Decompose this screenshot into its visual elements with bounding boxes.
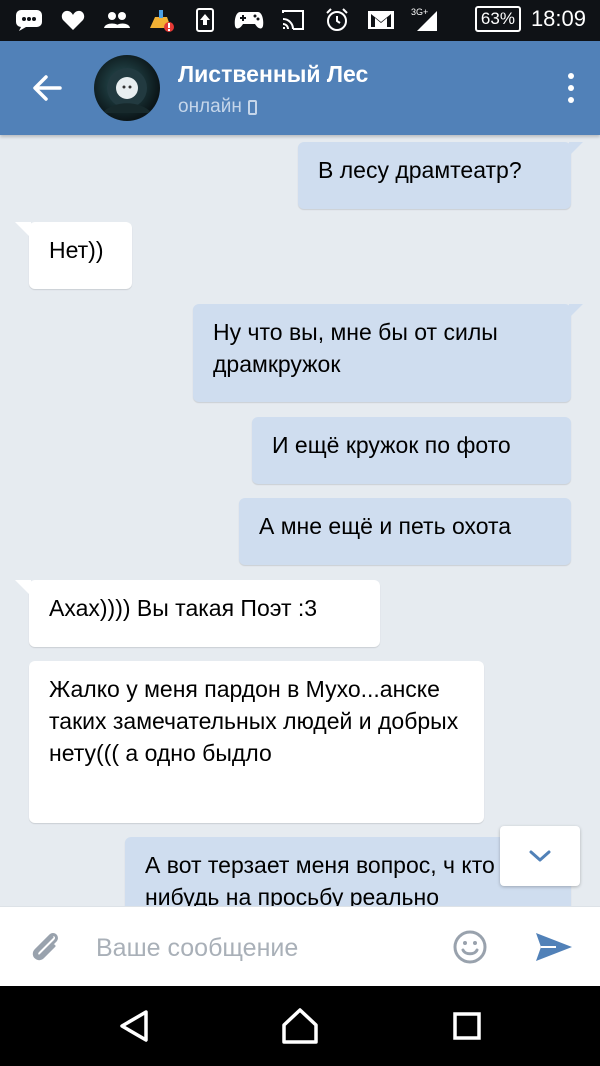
nav-home-icon[interactable] — [280, 1006, 320, 1046]
chat-title: Лиственный Лес — [178, 61, 369, 87]
message-text: Ахах)))) Вы такая Поэт :3 — [49, 595, 318, 621]
clock: 18:09 — [530, 6, 586, 31]
message-bubble-incoming[interactable]: Нет)) — [15, 222, 132, 289]
message-bubble-outgoing[interactable]: Ну что вы, мне бы от силы драмкружок — [193, 304, 583, 402]
message-text: Ну что вы, мне бы от силы драмкружок — [213, 319, 498, 377]
message-text: А мне ещё и петь охота — [259, 513, 512, 539]
nav-back-icon[interactable] — [114, 1006, 154, 1046]
signal-icon: 3G+ — [410, 7, 440, 32]
gamepad-icon — [234, 8, 264, 32]
attach-icon[interactable] — [28, 929, 64, 970]
message-bubble-incoming[interactable]: Ахах)))) Вы такая Поэт :3 — [15, 580, 380, 647]
status-bar: 3G+ 63% 18:09 — [0, 0, 600, 41]
send-icon[interactable] — [534, 929, 574, 970]
message-bubble-outgoing[interactable]: А мне ещё и петь охота — [239, 498, 571, 565]
system-nav-bar — [0, 986, 600, 1066]
battery-indicator: 63% — [474, 6, 521, 32]
avatar[interactable] — [94, 55, 160, 121]
upload-icon — [190, 8, 220, 32]
emoji-icon[interactable] — [452, 929, 488, 970]
message-bubble-incoming[interactable]: Жалко у меня пардон в Мухо...анске таких… — [29, 661, 484, 823]
online-status-text: онлайн — [178, 96, 242, 117]
message-list[interactable]: В лесу драмтеатр? Нет)) Ну что вы, мне б… — [0, 135, 600, 906]
mail-icon — [366, 8, 396, 32]
heart-icon — [58, 8, 88, 32]
network-type: 3G+ — [411, 7, 428, 17]
message-text: В лесу драмтеатр? — [318, 157, 522, 183]
people-icon — [102, 8, 132, 32]
back-arrow-icon[interactable] — [30, 71, 64, 105]
scroll-to-bottom-button[interactable] — [500, 826, 580, 886]
mobile-icon — [247, 99, 257, 115]
message-text: И ещё кружок по фото — [272, 432, 511, 458]
message-input[interactable] — [94, 925, 438, 971]
message-bubble-outgoing[interactable]: В лесу драмтеатр? — [298, 142, 583, 209]
message-text: Жалко у меня пардон в Мухо...анске таких… — [49, 676, 459, 766]
message-composer — [0, 906, 600, 987]
online-status: онлайн — [178, 96, 257, 118]
alarm-icon — [322, 8, 352, 32]
messages-icon — [14, 8, 44, 32]
more-options-icon[interactable] — [566, 73, 576, 103]
cast-icon — [278, 8, 308, 32]
nav-recents-icon[interactable] — [447, 1006, 487, 1046]
cleaner-icon — [146, 8, 176, 32]
message-text: А вот терзает меня вопрос, ч кто нибудь … — [145, 852, 495, 906]
message-text: Нет)) — [49, 237, 104, 263]
chevron-down-icon — [529, 850, 551, 862]
message-bubble-outgoing[interactable]: И ещё кружок по фото — [252, 417, 571, 484]
chat-header: Лиственный Лес онлайн — [0, 41, 600, 135]
